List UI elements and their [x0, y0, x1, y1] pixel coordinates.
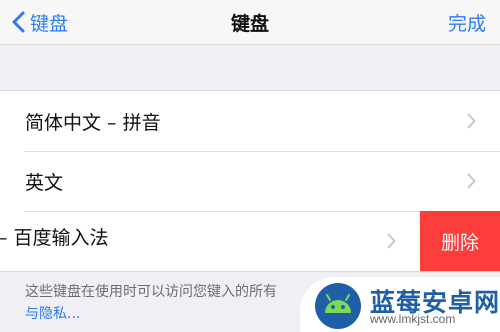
- chevron-right-icon: [467, 113, 476, 129]
- privacy-footer-text: 这些键盘在使用时可以访问您键入的所有: [25, 284, 277, 300]
- privacy-link[interactable]: 与隐私...: [25, 303, 80, 323]
- watermark-url: www.lmkjst.com: [370, 312, 456, 326]
- keyboard-row-label: 简体中文 – 拼音: [25, 112, 161, 134]
- keyboard-settings-screen: 键盘 键盘 完成 简体中文 – 拼音 英文 – 百度输入法 删除 这些键盘在使用…: [0, 0, 500, 332]
- keyboard-row-english[interactable]: 英文: [0, 151, 500, 211]
- delete-button[interactable]: 删除: [420, 211, 500, 271]
- chevron-right-icon: [387, 233, 396, 249]
- keyboard-row-label: – 百度输入法: [0, 227, 109, 249]
- keyboard-row-baidu[interactable]: – 百度输入法 删除: [0, 211, 500, 271]
- keyboard-row-label: 英文: [25, 172, 64, 194]
- page-title: 键盘: [230, 13, 269, 35]
- navigation-bar: 键盘 键盘 完成: [0, 0, 500, 45]
- site-watermark: 蓝莓安卓网 www.lmkjst.com: [300, 277, 500, 332]
- android-logo-icon: [315, 283, 361, 329]
- keyboard-row-pinyin[interactable]: 简体中文 – 拼音: [0, 91, 500, 151]
- done-button[interactable]: 完成: [448, 9, 486, 36]
- chevron-right-icon: [467, 173, 476, 189]
- keyboard-list: 简体中文 – 拼音 英文 – 百度输入法 删除: [0, 90, 500, 272]
